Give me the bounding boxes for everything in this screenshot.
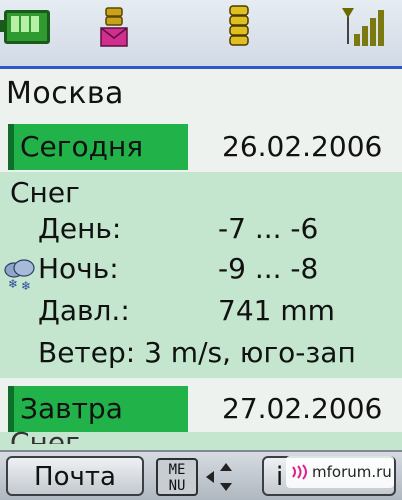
battery-icon [0,10,50,44]
night-label: Ночь: [38,252,119,285]
message-icon [100,7,128,47]
wind-text: Ветер: 3 m/s, юго-зап [38,336,356,369]
phone-screen: Москва Сегодня 26.02.2006 Снег День: -7 … [0,0,402,500]
watermark-wave-icon [292,464,307,480]
day-label: День: [38,212,122,245]
pressure-row: Давл.: 741 mm [0,294,402,334]
mail-softkey[interactable]: Почта [6,456,144,496]
watermark: mforum.ru [286,456,394,488]
menu-key-bottom: NU [168,478,186,494]
today-header[interactable]: Сегодня 26.02.2006 [0,124,402,170]
pressure-label: Давл.: [38,294,130,327]
tomorrow-condition: Снег [10,426,80,444]
today-label: Сегодня [8,124,188,170]
watermark-text: mforum.ru [312,463,392,481]
coin-stack-icon [229,5,249,46]
signal-icon [342,8,384,46]
today-condition: Снег [10,176,80,209]
tomorrow-forecast: Снег [0,426,402,452]
status-bar [0,0,402,69]
tomorrow-date: 27.02.2006 [222,392,383,425]
city-name: Москва [6,76,124,111]
day-value: -7 ... -6 [218,212,319,245]
today-date: 26.02.2006 [222,130,383,163]
menu-key-top: ME [168,462,186,478]
night-value: -9 ... -8 [218,252,319,285]
night-temperature-row: Ночь: -9 ... -8 [0,252,402,292]
pressure-value: 741 mm [218,294,335,327]
nav-arrows-icon[interactable] [202,458,236,496]
day-temperature-row: День: -7 ... -6 [0,212,402,252]
today-forecast: Снег День: -7 ... -6 ❄ ❄ Ночь: -9 ... -8… [0,172,402,378]
menu-key[interactable]: ME NU [156,458,198,496]
